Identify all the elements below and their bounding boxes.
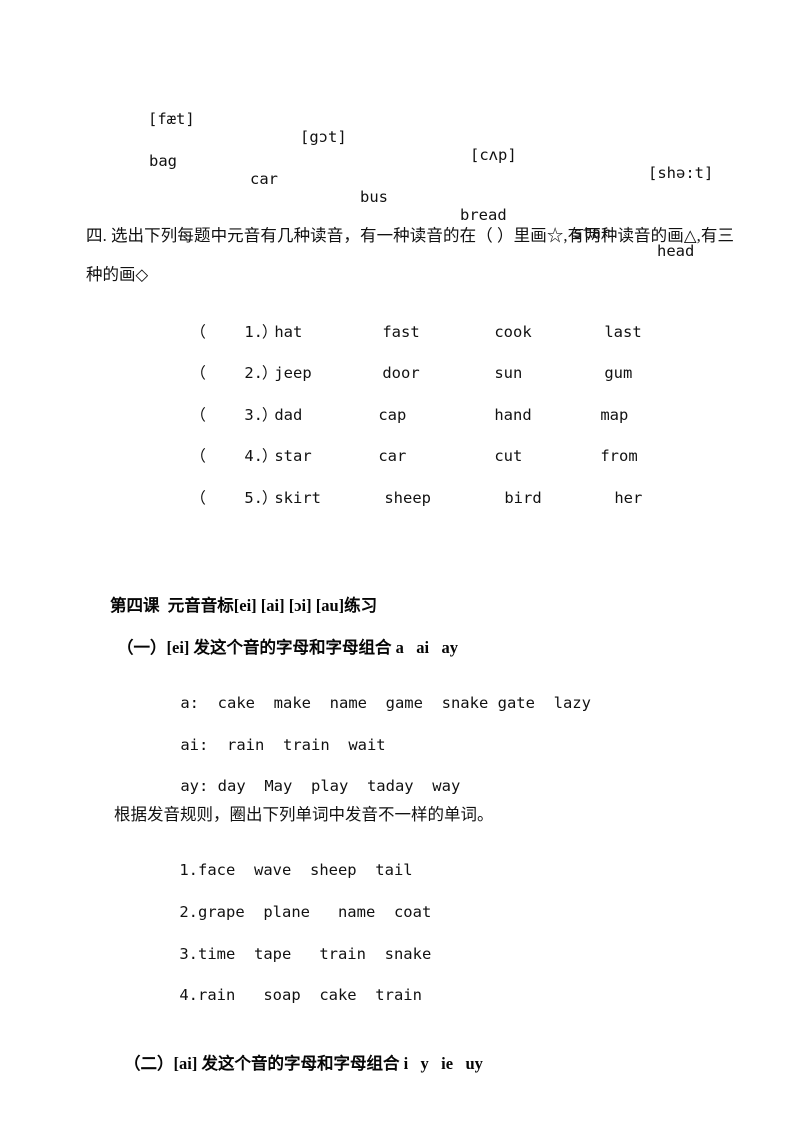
option-word[interactable]: sheep: [384, 489, 504, 507]
item-number: 1.: [179, 861, 198, 879]
circle-exercise-words[interactable]: rain soap cake train: [198, 986, 422, 1004]
part-two-title: （二）[ai] 发这个音的字母和字母组合 i y ie uy: [124, 1054, 483, 1073]
example-word: car: [250, 170, 278, 188]
item-number: 1.: [244, 323, 263, 341]
answer-parenthesis[interactable]: （ ）: [190, 486, 277, 508]
circle-exercise-words[interactable]: grape plane name coat: [198, 903, 431, 921]
letter-group-words: cake make name game snake gate lazy: [217, 694, 591, 712]
letter-group-words: day May play taday way: [217, 777, 461, 795]
instruction-line: 根据发音规则，圈出下列单词中发音不一样的单词。: [114, 805, 494, 824]
option-word[interactable]: map: [600, 406, 628, 424]
item-number: 3.: [244, 406, 263, 424]
letter-group-label: a:: [180, 694, 199, 712]
phonetic-symbol: [fæt]: [148, 110, 195, 128]
item-number: 4.: [179, 986, 198, 1004]
option-word[interactable]: sun: [494, 364, 604, 382]
option-word[interactable]: hand: [494, 406, 600, 424]
option-word[interactable]: cook: [494, 323, 604, 341]
option-word[interactable]: gum: [604, 364, 632, 382]
item-number: 2.: [244, 364, 263, 382]
example-word: bag: [149, 152, 177, 170]
worksheet-page: [fæt] [gɔt] [cʌp] [shə:t] bag car bus br…: [0, 0, 794, 1123]
option-word[interactable]: door: [382, 364, 494, 382]
exercise-row: （ ）5. skirt sheep bird her: [153, 468, 642, 526]
circle-exercise-row: 4.rain soap cake train: [142, 968, 422, 1022]
item-number: 4.: [244, 447, 263, 465]
option-word[interactable]: hat: [274, 323, 382, 341]
answer-parenthesis[interactable]: （ ）: [190, 403, 277, 425]
circle-exercise-words[interactable]: face wave sheep tail: [198, 861, 413, 879]
item-number: 3.: [179, 945, 198, 963]
option-word[interactable]: her: [614, 489, 642, 507]
option-word[interactable]: bird: [504, 489, 614, 507]
letter-group-label: ai:: [180, 736, 209, 754]
answer-parenthesis[interactable]: （ ）: [190, 361, 277, 383]
item-number: 5.: [244, 489, 263, 507]
option-word[interactable]: car: [378, 447, 494, 465]
section-four-heading: 四. 选出下列每题中元音有几种读音，有一种读音的在（ ）里画☆,有两种读音的画△…: [86, 226, 734, 284]
option-word[interactable]: cap: [378, 406, 494, 424]
option-word[interactable]: cut: [494, 447, 600, 465]
option-word[interactable]: star: [274, 447, 378, 465]
circle-exercise-words[interactable]: time tape train snake: [198, 945, 431, 963]
option-word[interactable]: last: [604, 323, 641, 341]
option-word[interactable]: from: [600, 447, 637, 465]
option-word[interactable]: dad: [274, 406, 378, 424]
option-word[interactable]: jeep: [274, 364, 382, 382]
letter-group-label: ay:: [180, 777, 209, 795]
answer-parenthesis[interactable]: （ ）: [190, 444, 277, 466]
letter-group-words: rain train wait: [227, 736, 386, 754]
part-one-title: （一）[ei] 发这个音的字母和字母组合 a ai ay: [117, 638, 458, 657]
option-word[interactable]: skirt: [274, 489, 384, 507]
answer-parenthesis[interactable]: （ ）: [190, 320, 277, 342]
item-number: 2.: [179, 903, 198, 921]
option-word[interactable]: fast: [382, 323, 494, 341]
example-word: bus: [360, 188, 388, 206]
lesson-four-title: 第四课 元音音标[ei] [ai] [ɔi] [au]练习: [110, 596, 378, 615]
